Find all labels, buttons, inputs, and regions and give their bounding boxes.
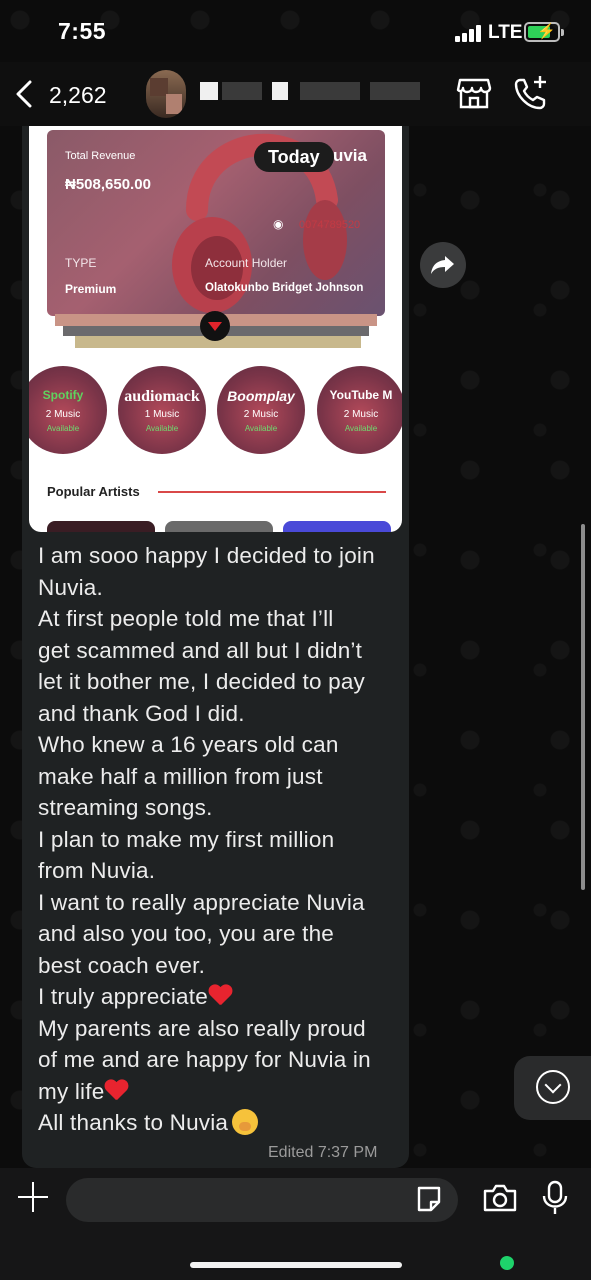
message-line: Who knew a 16 years old can [38, 732, 339, 757]
unread-count: 2,262 [49, 82, 107, 108]
forward-button[interactable] [420, 242, 466, 288]
add-call-icon[interactable] [512, 74, 550, 112]
message-line: streaming songs. [38, 795, 213, 820]
chat-header: 2,262 [0, 62, 591, 126]
message-line: I want to really appreciate Nuvia [38, 889, 365, 915]
artist-thumbnail [47, 521, 155, 532]
date-chip: Today [254, 142, 334, 172]
message-line: My parents are also really proud [38, 1015, 366, 1041]
type-value: Premium [65, 282, 117, 296]
type-label: TYPE [65, 256, 97, 270]
message-line-with-heart: my life [38, 1076, 403, 1108]
chevron-left-icon [16, 80, 32, 108]
message-line: Nuvia. [38, 574, 103, 600]
scroll-to-bottom-button[interactable] [514, 1056, 591, 1120]
message-line: from Nuvia. [38, 858, 156, 883]
brand-label: uvia [332, 146, 367, 165]
microphone-icon[interactable] [540, 1180, 570, 1216]
platform-list: Spotify 2 Music Available audiomack 1 Mu… [29, 366, 402, 456]
chevron-down-icon [536, 1070, 570, 1104]
message-line: I truly appreciate [38, 984, 208, 1009]
edited-timestamp: Edited 7:37 PM [268, 1144, 378, 1161]
divider [158, 491, 386, 493]
message-line-with-emoji: All thanks to Nuvia [38, 1107, 403, 1139]
home-indicator[interactable] [190, 1262, 402, 1268]
camera-icon[interactable] [482, 1182, 518, 1214]
platform-spotify: Spotify 2 Music Available [29, 366, 107, 454]
total-revenue-label: Total Revenue [65, 150, 136, 162]
revenue-card: Total Revenue ₦508,650.00 uvia ◉ 0074789… [47, 130, 385, 316]
battery-icon: ⚡ [524, 22, 564, 42]
message-text: I am sooo happy I decided to join Nuvia.… [38, 540, 403, 1139]
message-line: At first people told me that I’ll [38, 606, 334, 631]
platform-audiomack: audiomack 1 Music Available [118, 366, 206, 454]
heart-emoji-icon [208, 985, 232, 1007]
message-line: let it bother me, I decided to pay [38, 669, 365, 694]
artist-thumbnail [283, 521, 391, 532]
message-line-with-heart: I truly appreciate [38, 981, 403, 1013]
status-time: 7:55 [58, 18, 107, 44]
status-bar: 7:55 LTE ⚡ [0, 0, 591, 62]
artist-thumbnail [165, 521, 273, 532]
message-line: I am sooo happy I decided to join [38, 543, 375, 568]
plus-icon[interactable] [18, 1182, 48, 1212]
message-line: my life [38, 1078, 105, 1104]
eye-icon: ◉ [273, 217, 284, 231]
platform-boomplay: Boomplay 2 Music Available [217, 366, 305, 454]
forward-arrow-icon [431, 256, 454, 274]
account-holder-label: Account Holder [205, 256, 288, 270]
platform-youtube-music: YouTube M 2 Music Available [317, 366, 402, 454]
store-icon[interactable] [456, 76, 492, 110]
message-line: I plan to make my first million [38, 826, 335, 852]
scrollbar[interactable] [581, 524, 585, 890]
face-emoji-icon [232, 1109, 259, 1135]
message-bubble[interactable]: Total Revenue ₦508,650.00 uvia ◉ 0074789… [22, 126, 409, 1168]
sticker-icon[interactable] [415, 1184, 443, 1214]
total-revenue-value: ₦508,650.00 [65, 176, 151, 193]
message-line: get scammed and all but I didn’t [38, 637, 363, 663]
message-line: of me and are happy for Nuvia in [38, 1047, 371, 1072]
composer-bar [0, 1168, 591, 1280]
status-dot [500, 1256, 514, 1270]
expand-down-icon [200, 311, 230, 341]
avatar[interactable] [146, 70, 186, 118]
popular-artists-heading: Popular Artists [47, 484, 140, 499]
back-button[interactable]: 2,262 [14, 74, 124, 114]
signal-icon [455, 24, 485, 42]
message-line: All thanks to Nuvia [38, 1110, 229, 1135]
account-holder-value: Olatokunbo Bridget Johnson [205, 282, 364, 294]
message-line: best coach ever. [38, 952, 206, 978]
contact-name[interactable] [200, 80, 430, 106]
message-input[interactable] [66, 1178, 458, 1222]
message-line: and thank God I did. [38, 700, 245, 726]
account-number: 0074789520 [299, 219, 361, 231]
network-label: LTE [488, 22, 523, 43]
heart-emoji-icon [104, 1080, 128, 1102]
message-line: and also you too, you are the [38, 921, 335, 946]
attached-screenshot[interactable]: Total Revenue ₦508,650.00 uvia ◉ 0074789… [29, 126, 402, 532]
message-line: make half a million from just [38, 763, 323, 789]
